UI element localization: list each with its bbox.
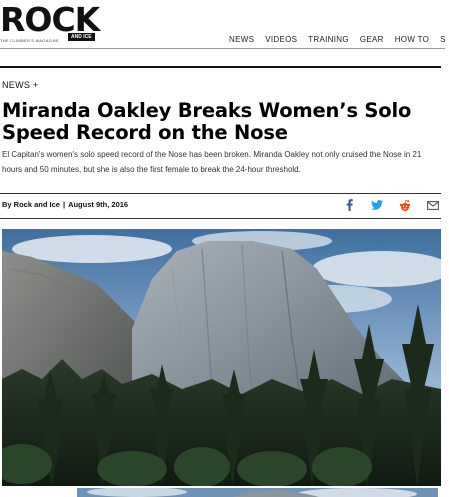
hero-image [2, 229, 441, 486]
el-capitan-photo [2, 229, 441, 486]
nav-item-news[interactable]: NEWS [229, 35, 254, 44]
byline-bottom-rule [0, 218, 441, 219]
header-divider [0, 48, 445, 49]
byline-date: August 9th, 2016 [68, 200, 129, 209]
main-nav: NEWS VIDEOS TRAINING GEAR HOW TO S [229, 35, 449, 44]
nav-item-videos[interactable]: VIDEOS [265, 35, 297, 44]
share-email-button[interactable] [419, 197, 447, 213]
logo-badge: AND ICE [68, 33, 95, 41]
article-top-rule [0, 66, 441, 68]
twitter-icon [371, 200, 383, 210]
nav-item-truncated[interactable]: S [440, 35, 446, 44]
secondary-image [77, 486, 438, 497]
share-twitter-button[interactable] [363, 197, 391, 213]
byline-separator: | [62, 200, 66, 209]
site-logo[interactable]: ROCK AND ICE THE CLIMBER'S MAGAZINE [0, 2, 100, 44]
nav-item-training[interactable]: TRAINING [308, 35, 349, 44]
byline-author[interactable]: By Rock and Ice [2, 200, 60, 209]
nav-item-gear[interactable]: GEAR [360, 35, 384, 44]
byline-top-rule [0, 193, 441, 194]
share-facebook-button[interactable] [335, 197, 363, 213]
email-icon [427, 200, 439, 210]
article-title: Miranda Oakley Breaks Women’s Solo Speed… [2, 99, 412, 144]
article-dek: El Capitan's women's solo speed record o… [2, 150, 422, 174]
facebook-icon [346, 199, 353, 211]
share-reddit-button[interactable] [391, 197, 419, 213]
nav-item-how-to[interactable]: HOW TO [395, 35, 429, 44]
secondary-photo [77, 487, 438, 497]
article-category[interactable]: NEWS + [2, 80, 39, 90]
logo-tagline: THE CLIMBER'S MAGAZINE [0, 38, 59, 43]
site-header: ROCK AND ICE THE CLIMBER'S MAGAZINE NEWS… [0, 0, 449, 50]
byline: By Rock and Ice | August 9th, 2016 [2, 200, 128, 209]
reddit-icon [399, 199, 411, 211]
share-bar [335, 197, 447, 213]
